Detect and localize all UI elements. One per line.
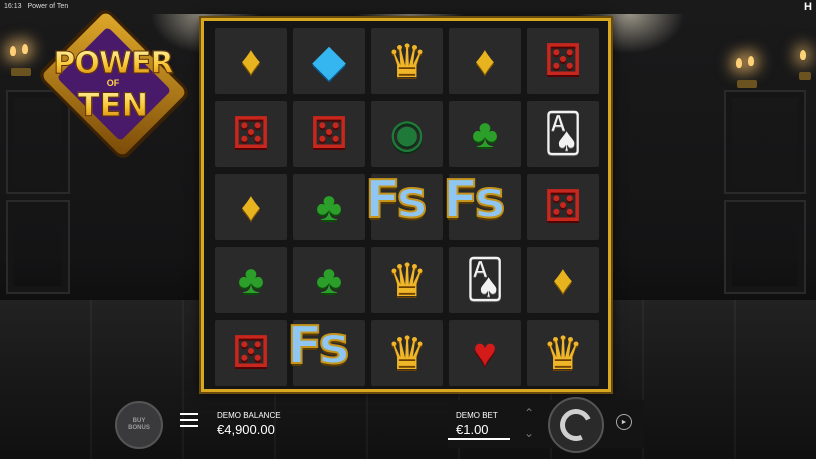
reel-cell: ♛ <box>371 28 443 94</box>
reel-cell: ♛ <box>371 247 443 313</box>
cards-icon: 🂡 <box>543 113 583 155</box>
buy-bonus-label: BUY BONUS <box>128 418 150 431</box>
reel-cell: ⚄ <box>215 320 287 386</box>
bet-decrease-icon[interactable]: ⌄ <box>519 426 539 440</box>
dice-icon: ⚄ <box>231 328 271 377</box>
bet-value[interactable]: €1.00 <box>456 422 489 437</box>
free-spins-symbol: Fs <box>442 169 507 231</box>
clock: 16:13 <box>4 3 22 10</box>
reel-cell: 🂡 <box>449 247 521 313</box>
balance-value: €4,900.00 <box>217 422 275 437</box>
dice-icon: ⚄ <box>543 36 583 85</box>
balance-label: DEMO BALANCE <box>217 411 281 420</box>
club-icon: ♣ <box>315 258 343 302</box>
status-bar: 16:13 Power of Ten <box>0 0 816 14</box>
game-logo: POWER OF TEN <box>34 10 192 158</box>
reel-cell: ♣ <box>215 247 287 313</box>
reel-cell: ♣ <box>449 101 521 167</box>
club-icon: ♣ <box>471 112 499 156</box>
dice-icon: ⚄ <box>231 109 271 158</box>
game-title: Power of Ten <box>27 3 69 10</box>
wall-panel-left-lower <box>6 200 70 294</box>
gem-icon: ◆ <box>312 36 346 85</box>
bet-label: DEMO BET <box>456 411 498 420</box>
reel-cell: ♦ <box>215 28 287 94</box>
bet-underline <box>448 438 510 440</box>
wall-panel-right <box>724 90 806 194</box>
dice-icon: ⚄ <box>309 109 349 158</box>
reel-cell: ♦ <box>527 247 599 313</box>
diamond-icon: ♦ <box>240 39 262 83</box>
heart-icon: ♥ <box>473 331 497 375</box>
wall-sconce-far-right <box>796 46 814 80</box>
diamond-icon: ♦ <box>474 39 496 83</box>
reel-cell: ♣ <box>293 247 365 313</box>
wall-sconce-left <box>8 42 34 76</box>
crown-icon: ♛ <box>386 254 428 306</box>
logo-word-ten: TEN <box>34 86 192 125</box>
buy-bonus-button[interactable]: BUY BONUS <box>115 401 163 449</box>
reel-cell: ◆ <box>293 28 365 94</box>
reel-cell: ◉ <box>371 101 443 167</box>
club-icon: ♣ <box>315 185 343 229</box>
club-icon: ♣ <box>237 258 265 302</box>
reel-cell: ♣ <box>293 174 365 240</box>
chips-icon: ◉ <box>389 112 425 156</box>
reel-cell: ♦ <box>449 28 521 94</box>
reel-cell: ♛ <box>371 320 443 386</box>
reel-cell: ♥ <box>449 320 521 386</box>
wall-sconce-right <box>734 54 760 88</box>
reel-cell: 🂡 <box>527 101 599 167</box>
reel-cell: ⚄ <box>527 174 599 240</box>
spin-icon <box>555 404 597 446</box>
diamond-icon: ♦ <box>240 185 262 229</box>
reel-cell: ♛ <box>527 320 599 386</box>
free-spins-symbol: Fs <box>286 315 351 377</box>
cards-icon: 🂡 <box>465 259 505 301</box>
menu-icon[interactable] <box>180 413 198 427</box>
reel-cell: ♦ <box>215 174 287 240</box>
crown-icon: ♛ <box>542 327 584 379</box>
bet-increase-icon[interactable]: ⌃ <box>519 406 539 420</box>
logo-word-power: POWER <box>34 46 192 82</box>
crown-icon: ♛ <box>386 35 428 87</box>
wall-panel-right-lower <box>724 200 806 294</box>
dice-icon: ⚄ <box>543 182 583 231</box>
reel-cell: ⚄ <box>527 28 599 94</box>
reel-cell: Fs <box>286 315 365 386</box>
reel-cell: Fs <box>442 169 521 240</box>
reel-cell: Fs <box>364 169 443 240</box>
diamond-icon: ♦ <box>552 258 574 302</box>
free-spins-symbol: Fs <box>364 169 429 231</box>
reel-cell: ⚄ <box>215 101 287 167</box>
reel-grid: ♦ ◆ ♛ ♦ ⚄ ⚄ ⚄ ◉ ♣ 🂡 ♦ ♣ Fs Fs ⚄ ♣ ♣ ♛ 🂡 ♦ ⚄ Fs ♛ ♥ ♛ <box>201 18 611 392</box>
spin-button[interactable] <box>548 397 604 453</box>
crown-icon: ♛ <box>386 327 428 379</box>
autoplay-icon[interactable]: ► <box>616 414 632 430</box>
provider-logo: H <box>804 1 812 13</box>
reel-cell: ⚄ <box>293 101 365 167</box>
